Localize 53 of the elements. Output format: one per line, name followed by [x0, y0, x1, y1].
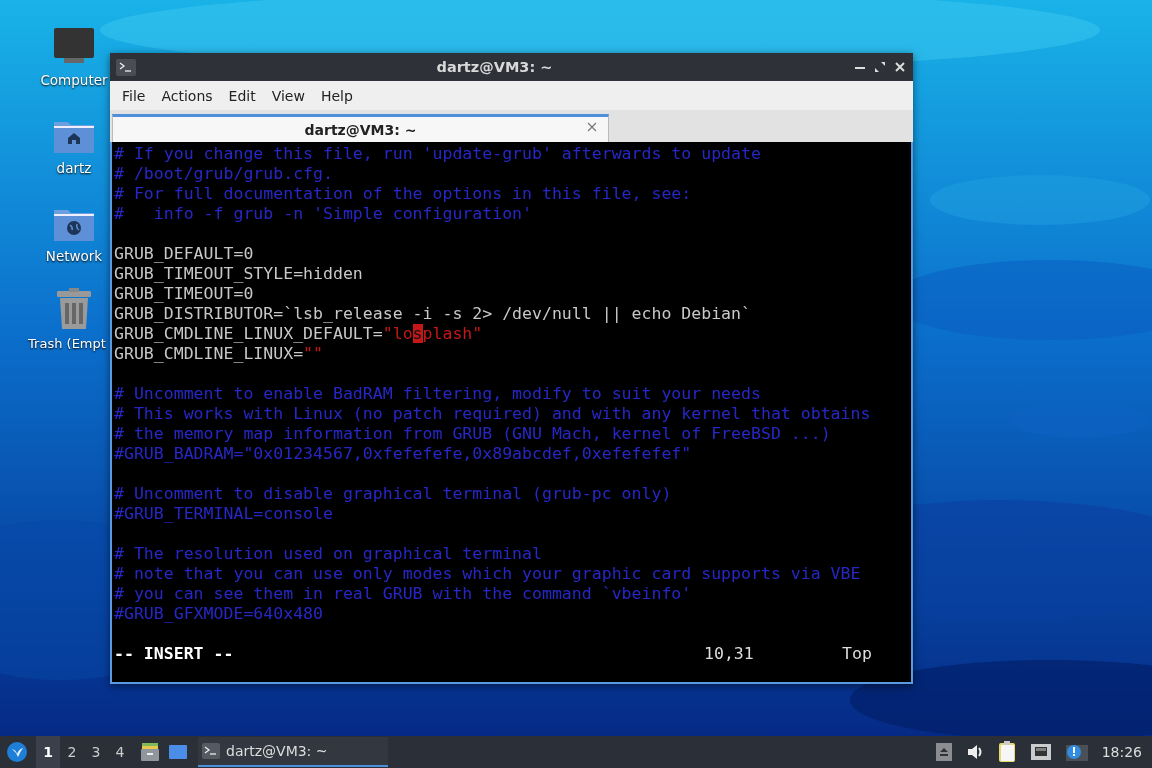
workspace-button[interactable]: 4 [108, 736, 132, 768]
workspace-button[interactable]: 3 [84, 736, 108, 768]
workspace-button[interactable]: 2 [60, 736, 84, 768]
menu-item[interactable]: Help [312, 83, 361, 108]
menu-item[interactable]: View [263, 83, 313, 108]
cursor-position: 10,31 [704, 644, 755, 664]
menu-item[interactable]: Actions [153, 83, 221, 108]
network-port-icon[interactable] [1029, 743, 1052, 761]
code-line: GRUB_DEFAULT=0 [114, 244, 255, 264]
code-line: GRUB_TIMEOUT_STYLE=hidden [114, 264, 364, 284]
comment-line: # /boot/grub/grub.cfg. [114, 164, 334, 184]
code-line: GRUB_TIMEOUT=0 [114, 284, 255, 304]
text-cursor: s [412, 324, 423, 343]
tab[interactable]: dartz@VM3: ~ [112, 114, 609, 142]
taskbar-window-button[interactable]: dartz@VM3: ~ [198, 737, 388, 767]
menu-item[interactable]: File [114, 83, 154, 108]
show-desktop-icon[interactable] [168, 743, 188, 761]
maximize-button[interactable] [873, 60, 887, 74]
comment-line: # This works with Linux (no patch required) and with any kernel that obtains [114, 404, 872, 424]
comment-line: # you can see them in real GRUB with the command `vbeinfo' [114, 584, 693, 604]
comment-line: #GRUB_TERMINAL=console [114, 504, 334, 524]
comment-line: #GRUB_BADRAM="0x01234567,0xfefefefe,0x89abcdef,0xefefefef" [114, 444, 693, 464]
terminal-icon [116, 58, 136, 76]
file-cabinet-icon[interactable] [140, 742, 160, 762]
speaker-icon[interactable] [965, 743, 984, 761]
eject-icon[interactable] [935, 743, 952, 761]
close-tab-icon[interactable] [586, 121, 598, 133]
comment-line: #GRUB_GFXMODE=640x480 [114, 604, 324, 624]
desktop-icon-label[interactable]: Trash (Empt [28, 336, 106, 351]
code-line: GRUB_CMDLINE_LINUX="" [114, 344, 323, 363]
desktop-icon-label[interactable]: Network [45, 248, 103, 264]
terminal-icon [202, 743, 220, 759]
clipboard-icon[interactable] [997, 741, 1016, 763]
comment-line: # The resolution used on graphical terminal [114, 544, 543, 564]
comment-line: # Uncomment to enable BadRAM filtering, modify to suit your needs [114, 384, 762, 404]
comment-line: # For full documentation of the options in this file, see: [114, 184, 693, 204]
editor-mode: -- INSERT -- [114, 644, 235, 664]
start-menu-icon[interactable] [6, 741, 28, 763]
computer-icon[interactable] [52, 26, 96, 66]
comment-line: # If you change this file, run 'update-grub' afterwards to update [114, 144, 762, 164]
comment-line: # info -f grub -n 'Simple configuration' [114, 204, 533, 224]
comment-line: # Uncomment to disable graphical terminal (grub-pc only) [114, 484, 673, 504]
close-button[interactable] [893, 60, 907, 74]
code-line: GRUB_DISTRIBUTOR=`lsb_release -i -s 2> /dev/null || echo Debian` [114, 304, 752, 324]
menu-item[interactable]: Edit [220, 83, 264, 108]
comment-line: # the memory map information from GRUB (GNU Mach, kernel of FreeBSD ...) [114, 424, 832, 444]
comment-line: # note that you can use only modes which your graphic card supports via VBE [114, 564, 862, 584]
window-title: dartz@VM3: ~ [435, 59, 554, 75]
code-line: GRUB_CMDLINE_LINUX_DEFAULT="losplash" [114, 324, 483, 343]
workspace-button[interactable]: 1 [36, 736, 60, 768]
scroll-position: Top [842, 644, 872, 664]
notification-icon[interactable] [1065, 743, 1088, 761]
clock[interactable]: 18:26 [1101, 744, 1142, 760]
